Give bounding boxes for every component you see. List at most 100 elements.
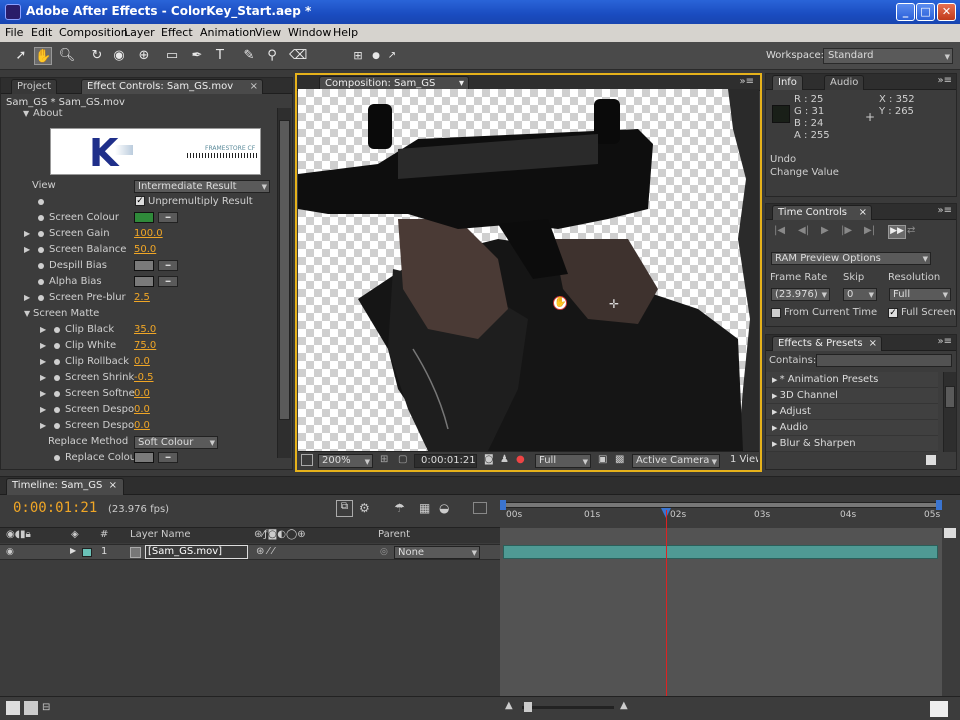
clip-rollback-value[interactable]: 0.0 — [134, 356, 150, 367]
loop-icon[interactable]: ⇄ — [907, 225, 915, 236]
menu-animation[interactable]: Animation — [200, 26, 256, 39]
stopwatch-icon[interactable] — [38, 295, 44, 301]
workspace-select[interactable]: Standard — [823, 48, 953, 64]
list-item[interactable]: ▶ Blur & Sharpen — [766, 436, 938, 452]
menu-edit[interactable]: Edit — [31, 26, 52, 39]
rectangle-mask-icon[interactable]: ▭ — [163, 47, 181, 65]
stopwatch-icon[interactable] — [38, 279, 44, 285]
list-item[interactable]: ▶ 3D Channel — [766, 388, 938, 404]
zoom-out-icon[interactable]: ▲ — [505, 700, 513, 711]
layer-name-header[interactable]: Layer Name — [130, 529, 191, 540]
layer-duration-bar[interactable] — [503, 545, 938, 559]
eyedropper-icon[interactable]: ━ — [158, 212, 178, 223]
tab-info[interactable]: Info — [772, 75, 803, 90]
work-area-start[interactable] — [500, 500, 506, 510]
clip-white-value[interactable]: 75.0 — [134, 340, 156, 351]
list-item[interactable]: ▶ * Animation Presets — [766, 372, 938, 388]
camera-tool-icon[interactable]: ◉ — [110, 47, 128, 65]
tab-project[interactable]: Project — [11, 79, 58, 94]
motion-blur-icon[interactable]: ◒ — [439, 501, 449, 515]
safe-zones-icon[interactable]: ⊞ — [380, 454, 388, 468]
next-frame-icon[interactable]: |▶ — [841, 225, 852, 236]
despill-bias-swatch[interactable] — [134, 260, 154, 271]
ram-preview-icon[interactable]: ▶▶ — [888, 225, 906, 239]
expand-triangle-icon[interactable]: ▶ — [40, 341, 46, 350]
pen-tool-icon[interactable]: ✒ — [188, 47, 206, 65]
transparency-grid-icon[interactable]: ▩ — [615, 454, 624, 468]
menu-effect[interactable]: Effect — [161, 26, 193, 39]
expand-triangle-icon[interactable]: ▶ — [40, 389, 46, 398]
magnification-select[interactable]: 200% — [318, 454, 373, 468]
resolution-select[interactable]: Full — [889, 288, 951, 301]
channel-icon[interactable]: ● — [516, 454, 525, 468]
menu-help[interactable]: Help — [333, 26, 358, 39]
menu-window[interactable]: Window — [288, 26, 331, 39]
menu-view[interactable]: View — [255, 26, 281, 39]
stopwatch-icon[interactable] — [54, 391, 60, 397]
expand-triangle-icon[interactable]: ▶ — [772, 424, 780, 432]
resolution-select[interactable]: Full — [535, 454, 591, 468]
full-screen-checkbox[interactable]: ✓ — [888, 308, 898, 318]
zoom-in-icon[interactable]: ▲ — [620, 700, 628, 711]
screen-gain-value[interactable]: 100.0 — [134, 228, 163, 239]
stopwatch-icon[interactable] — [54, 375, 60, 381]
parent-select[interactable]: None — [394, 546, 480, 559]
expand-triangle-icon[interactable]: ▶ — [40, 405, 46, 414]
expand-triangle-icon[interactable]: ▼ — [23, 109, 29, 119]
tab-audio[interactable]: Audio — [824, 75, 865, 90]
stopwatch-icon[interactable] — [38, 199, 44, 205]
expand-triangle-icon[interactable]: ▶ — [772, 408, 780, 416]
stopwatch-icon[interactable] — [54, 343, 60, 349]
first-frame-icon[interactable]: |◀ — [774, 225, 785, 236]
clip-black-value[interactable]: 35.0 — [134, 324, 156, 335]
expand-triangle-icon[interactable]: ▶ — [24, 293, 30, 302]
eyedropper-icon[interactable]: ━ — [158, 452, 178, 463]
scrollbar-thumb[interactable] — [945, 386, 955, 408]
timeline-current-time[interactable]: 0:00:01:21 — [13, 500, 97, 516]
expand-triangle-icon[interactable]: ▶ — [40, 325, 46, 334]
last-frame-icon[interactable]: ▶| — [864, 225, 875, 236]
timeline-scrollbar[interactable] — [942, 498, 960, 696]
menu-file[interactable]: File — [5, 26, 23, 39]
graph-editor-icon[interactable] — [473, 502, 487, 514]
replace-method-select[interactable]: Soft Colour — [134, 436, 218, 449]
screen-preblur-value[interactable]: 2.5 — [134, 292, 150, 303]
screen-colour-swatch[interactable] — [134, 212, 154, 223]
zoom-slider-thumb[interactable] — [524, 702, 532, 712]
close-tab-icon[interactable]: × — [109, 479, 117, 493]
eyedropper-icon[interactable]: ━ — [158, 276, 178, 287]
close-tab-icon[interactable]: × — [250, 80, 258, 94]
tab-effect-controls[interactable]: Effect Controls: Sam_GS.mov × — [81, 79, 263, 94]
show-snapshot-icon[interactable]: ♟ — [500, 454, 509, 468]
time-ruler[interactable]: 00s 01s 02s 03s 04s 05s — [500, 498, 942, 528]
current-time-display[interactable]: 0:00:01:21 — [414, 454, 477, 468]
new-folder-icon[interactable] — [926, 455, 936, 465]
expand-triangle-icon[interactable]: ▶ — [40, 357, 46, 366]
frame-rate-select[interactable]: (23.976) — [771, 288, 830, 301]
layer-name[interactable]: [Sam_GS.mov] — [145, 545, 248, 559]
hand-tool-icon[interactable]: ✋ — [34, 47, 52, 65]
frame-blending-icon[interactable]: ▦ — [419, 501, 430, 515]
live-update-icon[interactable]: ⧉ — [336, 500, 353, 517]
stopwatch-icon[interactable] — [54, 455, 60, 461]
expand-triangle-icon[interactable]: ▼ — [24, 309, 30, 318]
maximize-button[interactable]: □ — [916, 3, 935, 21]
rotate-tool-icon[interactable]: ↻ — [88, 47, 106, 65]
expand-triangle-icon[interactable]: ▶ — [772, 376, 780, 384]
work-area-bar[interactable] — [502, 502, 940, 508]
close-tab-icon[interactable]: × — [869, 337, 877, 351]
tab-time-controls[interactable]: Time Controls × — [772, 205, 872, 220]
toggle-modes-icon[interactable] — [24, 701, 38, 715]
toggle-switches-icon[interactable] — [6, 701, 20, 715]
zoom-tool-icon[interactable]: 🔍︎ — [58, 47, 76, 65]
play-icon[interactable]: ▶ — [821, 225, 829, 236]
effects-scrollbar[interactable] — [943, 372, 956, 452]
list-item[interactable]: ▶ Audio — [766, 420, 938, 436]
minimize-button[interactable]: _ — [896, 3, 915, 21]
expand-triangle-icon[interactable]: ▶ — [772, 392, 780, 400]
stopwatch-icon[interactable] — [38, 247, 44, 253]
stopwatch-icon[interactable] — [38, 215, 44, 221]
video-visibility-icon[interactable]: ◉ — [6, 547, 14, 557]
menu-layer[interactable]: Layer — [124, 26, 155, 39]
screen-despot-black-value[interactable]: 0.0 — [134, 404, 150, 415]
